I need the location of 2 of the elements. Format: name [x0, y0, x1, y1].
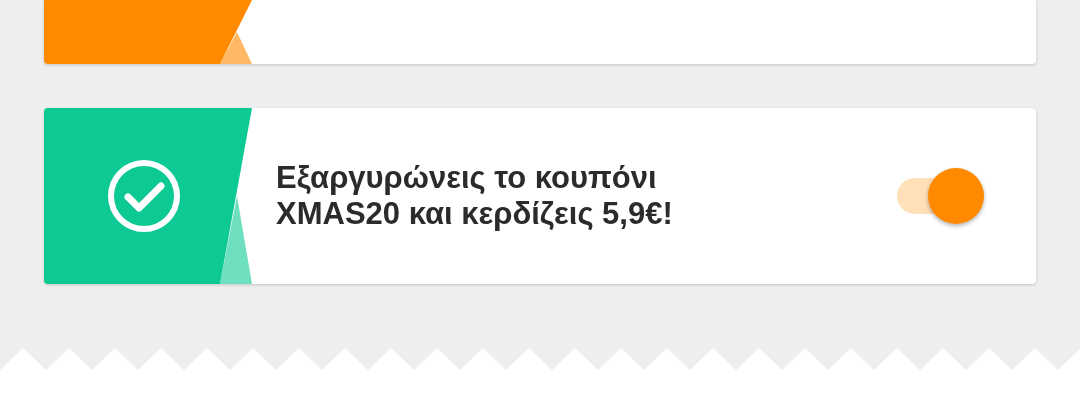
check-circle-icon	[106, 158, 182, 234]
coupon-message: Εξαργυρώνεις το κουπόνι XMAS20 και κερδίζεις 5,9€!	[276, 160, 674, 232]
